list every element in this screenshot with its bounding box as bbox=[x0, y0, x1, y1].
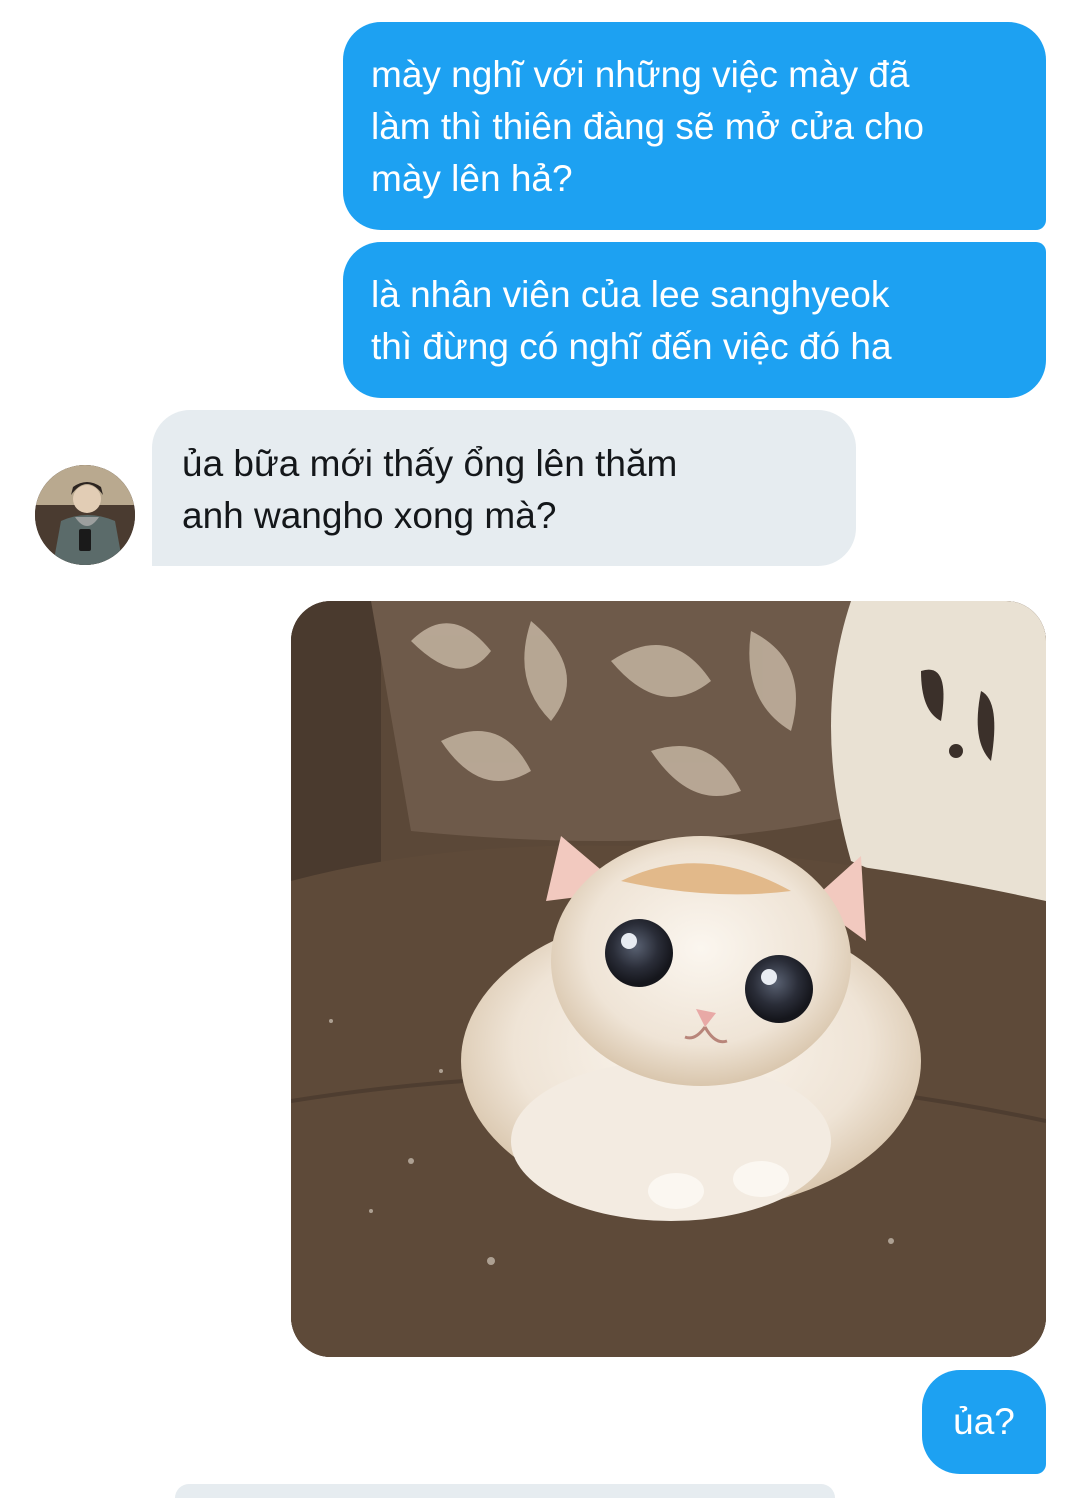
contact-avatar[interactable] bbox=[35, 465, 135, 565]
sent-message-bubble[interactable]: mày nghĩ với những việc mày đã làm thì t… bbox=[343, 22, 1046, 230]
kitten-photo[interactable] bbox=[291, 601, 1046, 1357]
received-message-bubble[interactable]: ủa bữa mới thấy ổng lên thăm anh wangho … bbox=[152, 410, 856, 566]
partial-received-message-bubble bbox=[175, 1484, 835, 1498]
sent-message-bubble[interactable]: là nhân viên của lee sanghyeok thì đừng … bbox=[343, 242, 1046, 398]
sent-message-bubble[interactable]: ủa? bbox=[922, 1370, 1046, 1474]
